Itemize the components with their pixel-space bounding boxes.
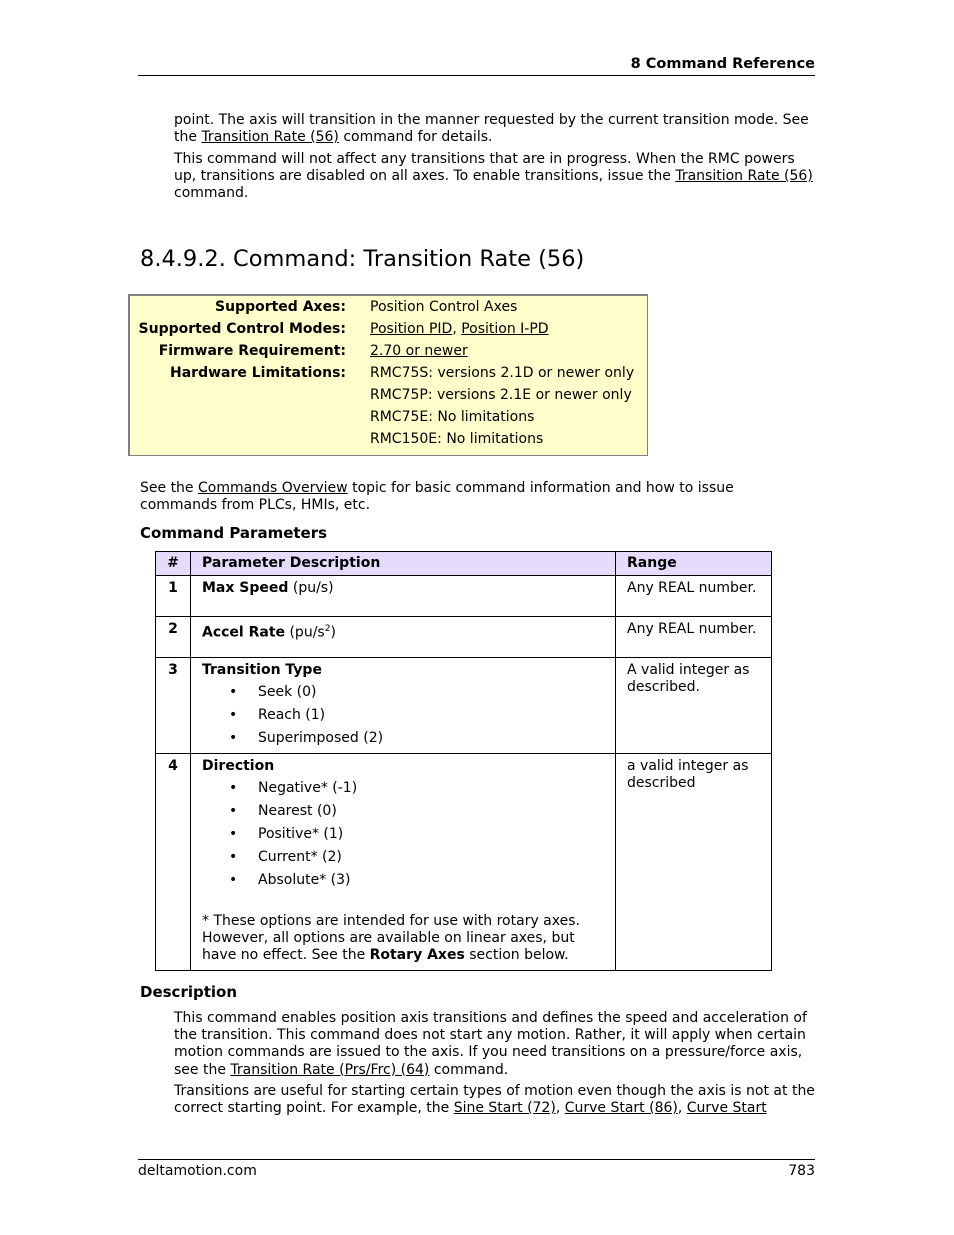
position-i-pd-link[interactable]: Position I-PD	[461, 321, 548, 337]
hardware-limitation: RMC75S: versions 2.1D or newer only	[370, 365, 635, 381]
page-header: 8 Command Reference	[138, 56, 815, 76]
note-bold: Rotary Axes	[369, 947, 465, 964]
info-table: Supported Axes: Position Control Axes Su…	[130, 299, 635, 453]
table-header-row: # Parameter Description Range	[155, 550, 772, 577]
info-label: Hardware Limitations:	[170, 365, 346, 381]
param-unit: (pu/s	[285, 624, 325, 641]
hardware-limitation: RMC75P: versions 2.1E or newer only	[370, 387, 632, 403]
table-row: 2 Accel Rate (pu/s2) Any REAL number.	[155, 616, 772, 659]
option-list: Seek (0) Reach (1) Superimposed (2)	[202, 684, 604, 747]
separator: ,	[452, 321, 462, 337]
commands-overview-link[interactable]: Commands Overview	[198, 480, 348, 496]
param-description: Max Speed (pu/s)	[190, 575, 616, 618]
table-row: 4 Direction Negative* (-1) Nearest (0) P…	[155, 752, 772, 971]
option-item: Absolute* (3)	[229, 872, 604, 889]
overview-text: See the	[140, 480, 198, 496]
param-unit: (pu/s)	[288, 580, 334, 597]
description-paragraph-1: This command enables position axis trans…	[174, 1010, 816, 1079]
intro-paragraph-2: This command will not affect any transit…	[174, 151, 819, 203]
info-value: Position PID, Position I-PD	[370, 321, 634, 343]
option-item: Nearest (0)	[229, 803, 604, 820]
info-label: Firmware Requirement:	[158, 343, 346, 359]
info-row-hardware: Hardware Limitations: RMC75S: versions 2…	[130, 365, 634, 453]
command-info-box: Supported Axes: Position Control Axes Su…	[128, 294, 648, 456]
param-name: Direction	[202, 757, 275, 774]
info-value: RMC75S: versions 2.1D or newer only RMC7…	[370, 365, 634, 453]
col-header-description: Parameter Description	[190, 550, 616, 577]
option-item: Seek (0)	[229, 684, 604, 701]
description-heading: Description	[140, 983, 238, 1001]
intro-text-end: command for details.	[338, 129, 493, 146]
sine-start-link[interactable]: Sine Start (72)	[454, 1100, 556, 1116]
param-range: Any REAL number.	[615, 575, 772, 618]
hardware-limitation: RMC150E: No limitations	[370, 431, 544, 447]
param-number: 1	[155, 575, 191, 618]
param-description: Transition Type Seek (0) Reach (1) Super…	[190, 657, 616, 754]
col-header-range: Range	[615, 550, 772, 577]
table-row: 3 Transition Type Seek (0) Reach (1) Sup…	[155, 657, 772, 754]
position-pid-link[interactable]: Position PID	[370, 321, 452, 337]
param-number: 3	[155, 657, 191, 754]
info-value: 2.70 or newer	[370, 343, 634, 365]
param-name: Accel Rate	[202, 624, 286, 641]
separator: ,	[677, 1100, 687, 1117]
param-name: Transition Type	[202, 662, 322, 679]
intro-paragraph-1: point. The axis will transition in the m…	[174, 112, 819, 146]
option-item: Negative* (-1)	[229, 780, 604, 797]
curve-start-link[interactable]: Curve Start	[687, 1100, 767, 1116]
intro-text-end: command.	[174, 185, 249, 202]
description-text-end: command.	[429, 1061, 509, 1078]
option-list: Negative* (-1) Nearest (0) Positive* (1)…	[202, 780, 604, 889]
separator: ,	[555, 1100, 565, 1117]
note-text-end: section below.	[464, 947, 569, 964]
param-name: Max Speed	[202, 580, 289, 597]
info-row-control-modes: Supported Control Modes: Position PID, P…	[130, 321, 634, 343]
col-header-num: #	[155, 550, 191, 577]
chapter-title: 8 Command Reference	[630, 56, 815, 72]
option-item: Superimposed (2)	[229, 730, 604, 747]
description-paragraph-2: Transitions are useful for starting cert…	[174, 1083, 816, 1117]
params-heading: Command Parameters	[140, 524, 328, 542]
section-title: 8.4.9.2. Command: Transition Rate (56)	[140, 246, 585, 272]
footer-site: deltamotion.com	[138, 1163, 257, 1179]
transition-rate-link-2[interactable]: Transition Rate (56)	[675, 168, 812, 184]
info-label: Supported Axes:	[215, 299, 346, 315]
param-unit-end: )	[330, 624, 336, 641]
overview-paragraph: See the Commands Overview topic for basi…	[140, 480, 760, 514]
hardware-limitation: RMC75E: No limitations	[370, 409, 535, 425]
option-item: Reach (1)	[229, 707, 604, 724]
param-range: A valid integer as described.	[615, 657, 772, 754]
param-number: 2	[155, 616, 191, 659]
rotary-note: * These options are intended for use wit…	[202, 913, 604, 965]
info-row-axes: Supported Axes: Position Control Axes	[130, 299, 634, 321]
table-row: 1 Max Speed (pu/s) Any REAL number.	[155, 575, 772, 618]
firmware-link[interactable]: 2.70 or newer	[370, 343, 468, 359]
param-description: Direction Negative* (-1) Nearest (0) Pos…	[190, 752, 616, 971]
param-range: a valid integer as described	[615, 752, 772, 971]
curve-start-86-link[interactable]: Curve Start (86)	[565, 1100, 678, 1116]
param-description: Accel Rate (pu/s2)	[190, 616, 616, 659]
param-range: Any REAL number.	[615, 616, 772, 659]
option-item: Current* (2)	[229, 849, 604, 866]
transition-rate-prs-frc-link[interactable]: Transition Rate (Prs/Frc) (64)	[230, 1062, 429, 1078]
info-value: Position Control Axes	[370, 299, 518, 315]
page-number: 783	[788, 1163, 815, 1179]
parameters-table: # Parameter Description Range 1 Max Spee…	[155, 550, 772, 971]
option-item: Positive* (1)	[229, 826, 604, 843]
info-label: Supported Control Modes:	[138, 321, 346, 337]
transition-rate-link[interactable]: Transition Rate (56)	[201, 129, 338, 145]
param-number: 4	[155, 752, 191, 971]
info-row-firmware: Firmware Requirement: 2.70 or newer	[130, 343, 634, 365]
page-footer: deltamotion.com 783	[138, 1159, 815, 1180]
